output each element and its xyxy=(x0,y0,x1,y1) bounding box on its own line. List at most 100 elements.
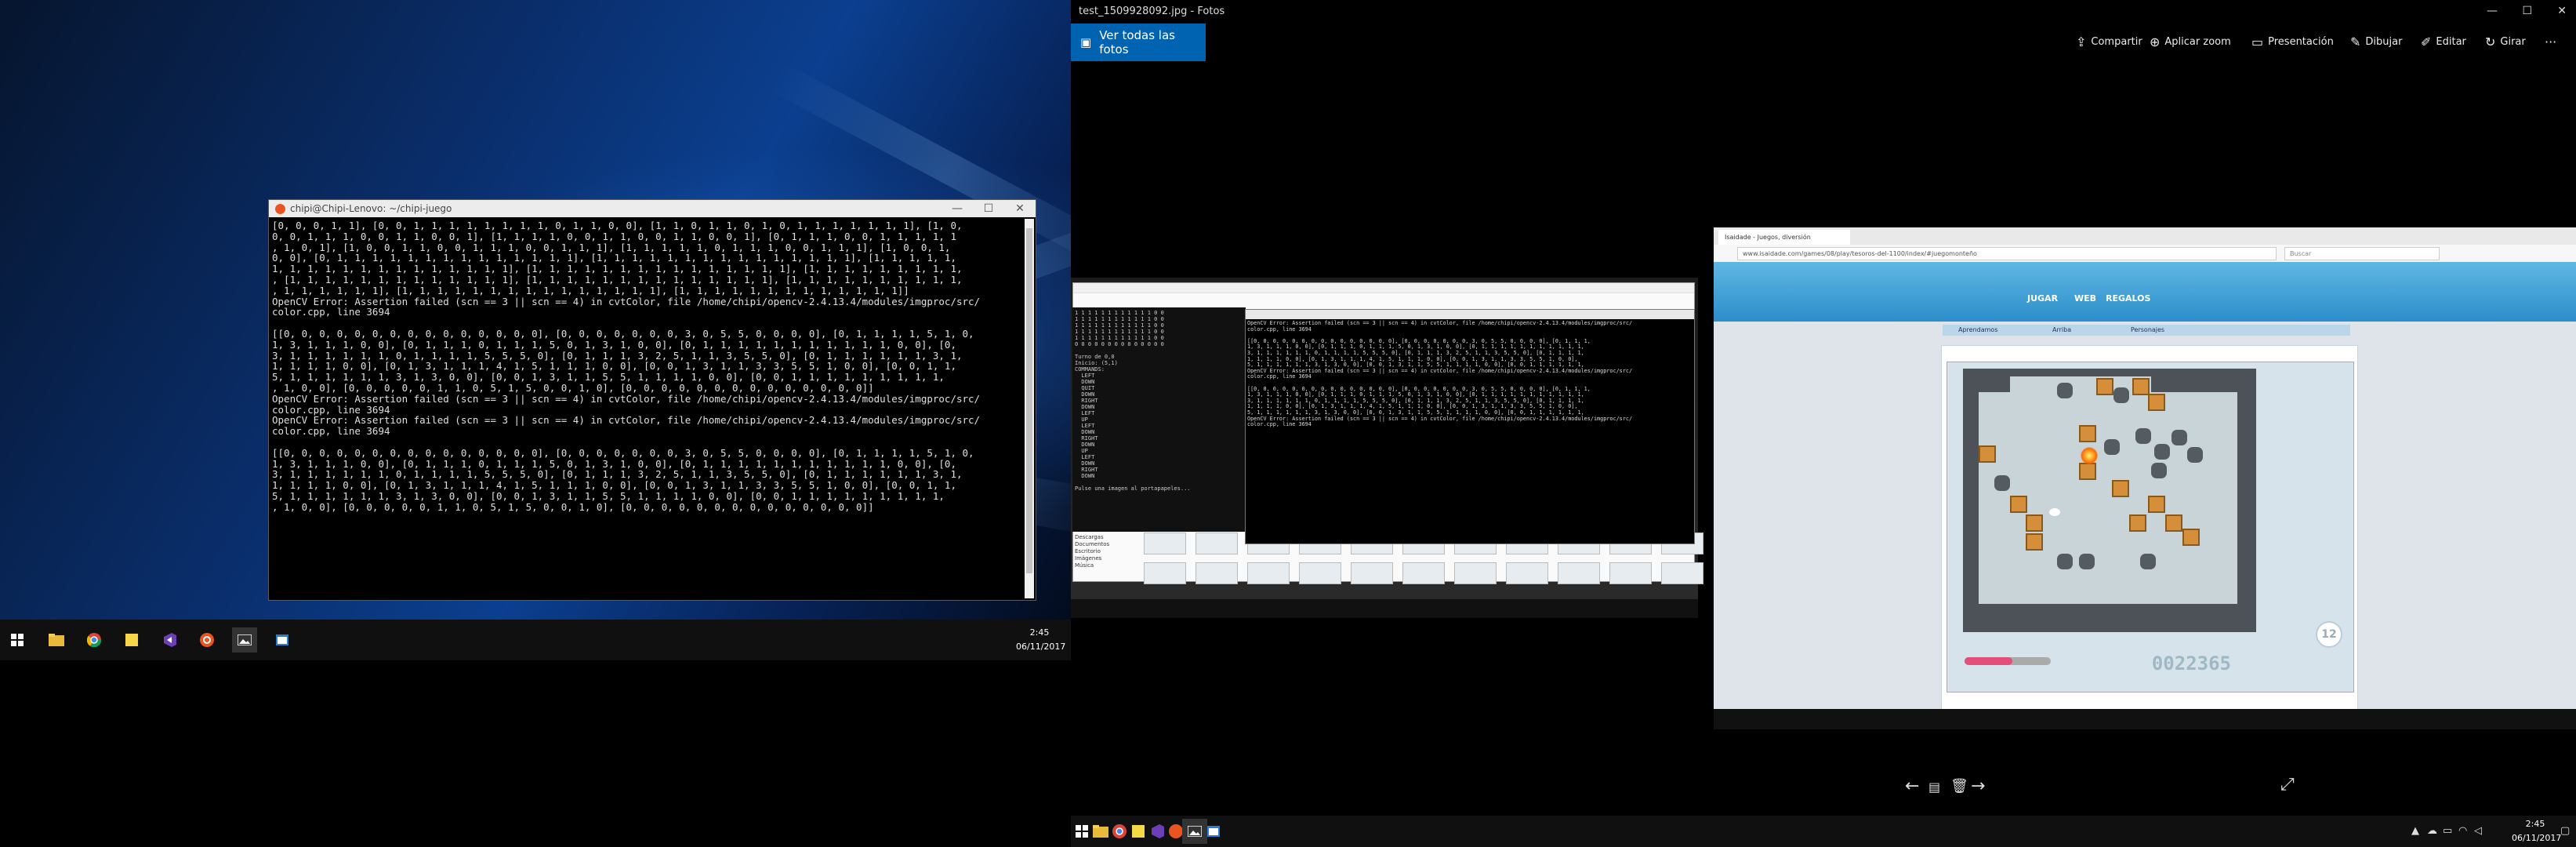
ver-todas-label: Ver todas las fotos xyxy=(1099,28,1175,56)
thumbnail xyxy=(1299,562,1341,584)
ver-todas-las-fotos-button[interactable]: ▣ Ver todas las fotos xyxy=(1071,24,1206,61)
girar-button[interactable]: ↻ Girar xyxy=(2485,35,2526,49)
taskbar-right: ▲ ☁ ▭ ◠ ◁ 2:45 06/11/2017 ▢ xyxy=(1071,816,2576,847)
onedrive-icon[interactable]: ☁ xyxy=(2427,825,2437,837)
crate xyxy=(2112,480,2129,497)
rock xyxy=(2135,428,2151,444)
notifications-icon[interactable]: ▢ xyxy=(2560,825,2570,837)
terminal-line: color.cpp, line 3694 xyxy=(272,425,390,438)
clock-time: 2:45 xyxy=(1029,627,1050,638)
thumbnail xyxy=(1247,562,1290,584)
menu-regalos: REGALOS xyxy=(2106,293,2151,304)
site-nav: Aprendamos Arriba Personajes xyxy=(1943,325,2350,336)
file-explorer-icon[interactable] xyxy=(44,627,69,653)
delete-icon[interactable]: 🗑 xyxy=(1950,778,1968,794)
next-photo-button[interactable]: → xyxy=(1971,776,1985,796)
presentacion-button[interactable]: ▭ Presentación xyxy=(2251,35,2334,49)
minimize-button[interactable]: — xyxy=(942,202,973,215)
terminal-line: 1, 1, 1, 1, 1, 1, 1, 1, 1, 1, 1, 1, 1, 1… xyxy=(272,263,963,275)
browser-tab: Isaidade - Juegos, diversión xyxy=(1718,230,1850,245)
terminal-line: 0, 0, 1, 1, 1, 0, 0, 1, 1, 0, 0, 1], [1,… xyxy=(272,230,956,242)
photos-icon[interactable] xyxy=(232,627,257,653)
previous-photo-button[interactable]: ← xyxy=(1905,776,1919,796)
rock xyxy=(2104,439,2120,455)
slideshow-icon: ▭ xyxy=(2251,35,2264,49)
start-windows-icon[interactable] xyxy=(5,627,30,653)
thumbnail xyxy=(1144,562,1186,584)
terminal-line: , 1, 0, 0], [0, 0, 0, 0, 0, 1, 1, 0, 5, … xyxy=(272,500,874,513)
terminal-scrollbar[interactable] xyxy=(1025,219,1034,598)
thumbnail xyxy=(1609,562,1652,584)
tray-icon[interactable]: ▲ xyxy=(2411,825,2419,837)
terminal-line: , 1, 0, 1], [1, 0, 0, 1, 1, 0, 0, 1, 1, … xyxy=(272,241,951,253)
photo-taskbar xyxy=(1714,709,2576,729)
close-button[interactable]: ✕ xyxy=(2557,5,2567,17)
taskbar: 2:45 06/11/2017 xyxy=(0,620,1071,660)
thumbnail xyxy=(1506,562,1548,584)
scrollbar-thumb[interactable] xyxy=(1026,228,1032,573)
battery-icon[interactable]: ▭ xyxy=(2443,825,2452,837)
zoom-icon: ⊕ xyxy=(2150,35,2161,49)
chrome-icon[interactable] xyxy=(82,627,107,653)
visual-studio-icon[interactable] xyxy=(157,627,182,653)
crate xyxy=(2079,463,2096,480)
more-icon: ··· xyxy=(2545,35,2557,49)
taskbar-clock[interactable]: 2:45 06/11/2017 xyxy=(2512,817,2561,845)
crate xyxy=(2096,378,2113,395)
maximize-button[interactable]: ☐ xyxy=(973,202,1004,215)
browser-tabstrip: Isaidade - Juegos, diversión xyxy=(1714,227,2576,245)
app-window-icon[interactable] xyxy=(270,627,295,653)
volume-icon[interactable]: ◁ xyxy=(2474,825,2482,837)
menu-web: WEB xyxy=(2074,293,2097,304)
explorer-thumbnails-row xyxy=(1144,562,1703,584)
terminal-line: 1, 3, 1, 1, 1, 0, 0], [0, 1, 1, 1, 0, 1,… xyxy=(272,457,956,470)
rock xyxy=(2057,383,2073,398)
maximize-button[interactable]: ☐ xyxy=(2522,5,2532,17)
sticky-notes-icon[interactable] xyxy=(119,627,144,653)
taskbar-clock[interactable]: 2:45 06/11/2017 xyxy=(1016,626,1066,654)
close-button[interactable]: ✕ xyxy=(1004,202,1036,215)
photo-terminal-small: 1 1 1 1 1 1 1 1 1 1 1 1 0 0 1 1 1 1 1 1 … xyxy=(1072,307,1246,532)
terminal-titlebar[interactable]: chipi@Chipi-Lenovo: ~/chipi-juego — ☐ ✕ xyxy=(269,200,1036,217)
compartir-button[interactable]: ⇪ Compartir xyxy=(2076,35,2142,49)
displayed-photo[interactable]: Descargas Documentos Escritorio Imágenes… xyxy=(1071,63,2576,729)
photos-titlebar[interactable]: test_1509928092.jpg - Fotos — ☐ ✕ xyxy=(1071,0,2576,24)
app-window-icon[interactable] xyxy=(1201,819,1226,844)
terminal-output[interactable]: [0, 0, 0, 1, 1], [0, 0, 1, 1, 1, 1, 1, 1… xyxy=(269,217,1036,597)
terminal-line: color.cpp, line 3694 xyxy=(272,403,390,416)
left-monitor: chipi@Chipi-Lenovo: ~/chipi-juego — ☐ ✕ … xyxy=(0,0,1163,847)
terminal-line: 1, 1, 1, 1, 0, 0], [0, 1, 3, 1, 1, 1, 4,… xyxy=(272,479,956,492)
photo-terminal-titlebar xyxy=(1246,310,1694,319)
crop-icon[interactable]: ▤ xyxy=(1928,780,1940,794)
dibujar-label: Dibujar xyxy=(2365,36,2403,48)
browser-search: Buscar xyxy=(2284,247,2440,260)
minimize-button[interactable]: — xyxy=(2487,5,2498,17)
terminal-line: 1, 3, 1, 1, 1, 0, 0], [0, 1, 1, 1, 0, 1,… xyxy=(272,338,956,351)
more-options-button[interactable]: ··· xyxy=(2545,35,2556,49)
crate xyxy=(2148,496,2165,513)
explorer-item: Documentos xyxy=(1075,541,1110,547)
explorer-item: Escritorio xyxy=(1075,548,1101,554)
crate xyxy=(2026,514,2043,532)
terminal-line: OpenCV Error: Assertion failed (scn == 3… xyxy=(272,392,981,405)
photo-taskbar xyxy=(1071,599,1698,618)
clock-time: 2:45 xyxy=(2525,819,2545,829)
edit-icon: ✐ xyxy=(2421,35,2432,49)
browser-urlbar: www.isaidade.com/games/08/play/tesoros-d… xyxy=(1714,245,2576,263)
terminal-window[interactable]: chipi@Chipi-Lenovo: ~/chipi-juego — ☐ ✕ … xyxy=(268,199,1036,601)
fullscreen-icon[interactable]: ⤢ xyxy=(2280,775,2295,794)
game-level-map xyxy=(1963,369,2256,632)
wifi-icon[interactable]: ◠ xyxy=(2458,825,2467,837)
ubuntu-terminal-icon[interactable] xyxy=(194,627,220,653)
thumbnail xyxy=(1351,562,1393,584)
explorer-item: Imágenes xyxy=(1075,555,1102,562)
explorer-sidebar: Descargas Documentos Escritorio Imágenes… xyxy=(1075,534,1137,569)
photo-terminal-text: OpenCV Error: Assertion failed (scn == 3… xyxy=(1247,320,1633,428)
editar-button[interactable]: ✐ Editar xyxy=(2421,35,2466,49)
nav-item: Aprendamos xyxy=(1958,326,1998,333)
dibujar-button[interactable]: ✎ Dibujar xyxy=(2350,35,2402,49)
clock-date: 06/11/2017 xyxy=(1016,642,1066,652)
aplicar-zoom-button[interactable]: ⊕ Aplicar zoom xyxy=(2150,35,2231,49)
terminal-line: 5, 1, 1, 1, 1, 1, 1, 3, 1, 3, 0, 0], [0,… xyxy=(272,371,945,384)
